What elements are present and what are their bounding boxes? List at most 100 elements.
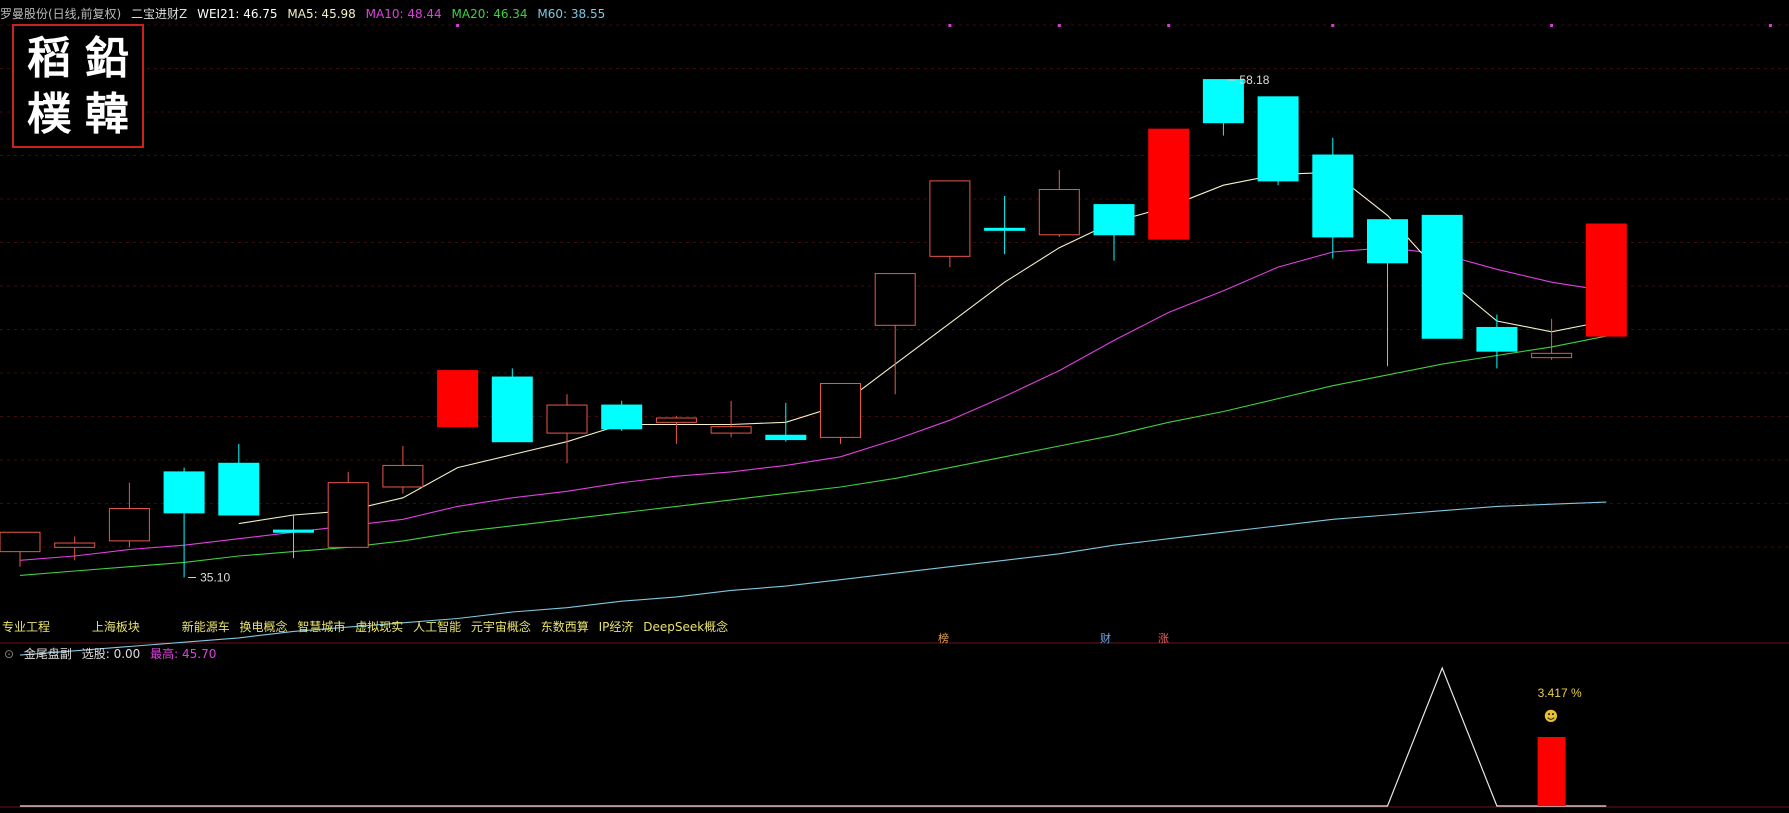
- wei21-value: WEI21: 46.75: [197, 7, 278, 21]
- seal-stamp-logo: 鉛 稻 韓 樸: [12, 24, 144, 148]
- concept-tag[interactable]: 人工智能: [413, 620, 461, 634]
- concept-tag[interactable]: DeepSeek概念: [643, 620, 728, 634]
- candle-body: [54, 542, 96, 548]
- sub-signal-line: [20, 666, 1607, 807]
- signal-dot: [948, 24, 952, 27]
- candle-body: [710, 426, 752, 434]
- candle-body: [273, 529, 314, 533]
- concept-tag[interactable]: 东数西算: [541, 620, 589, 634]
- candle-body: [1038, 189, 1080, 236]
- sub-panel-select: 选股: 0.00: [81, 647, 141, 661]
- candle: [437, 370, 479, 428]
- sub-panel-title[interactable]: 金尾盘副: [24, 647, 72, 661]
- event-badge-rank[interactable]: 榜: [938, 630, 949, 646]
- candle-body: [984, 227, 1026, 231]
- candle-body: [382, 464, 424, 488]
- sub-panel-toggle-icon[interactable]: ⊙: [4, 647, 14, 661]
- seal-char: 樸: [27, 89, 71, 140]
- indicator-name[interactable]: 二宝进财Z: [131, 7, 187, 21]
- candle: [1367, 219, 1408, 367]
- candle: [820, 383, 861, 444]
- ma10-value: MA10: 48.44: [365, 7, 442, 21]
- sub-percent-label: 3.417 %: [1538, 686, 1582, 700]
- event-badge-finance[interactable]: 财: [1100, 630, 1111, 646]
- signal-dot: [1057, 24, 1061, 27]
- concept-tag[interactable]: 换电概念: [240, 620, 288, 634]
- candle: [765, 402, 807, 442]
- candle: [1421, 214, 1463, 339]
- candle-body: [1312, 154, 1354, 238]
- candle-body: [765, 434, 807, 441]
- candle-body: [655, 417, 697, 423]
- candle-body: [1257, 96, 1299, 182]
- candle: [1531, 318, 1573, 360]
- ma60-value: M60: 38.55: [537, 7, 606, 21]
- concept-tag[interactable]: 新能源车: [182, 620, 230, 634]
- candle: [382, 446, 424, 494]
- sub-panel-header: ⊙ 金尾盘副 选股: 0.00 最高: 45.70: [4, 646, 222, 662]
- candle-body: [108, 508, 150, 542]
- concept-tag[interactable]: IP经济: [599, 620, 634, 634]
- candle-body: [327, 482, 369, 548]
- candle: [1148, 128, 1190, 240]
- candle-body: [437, 370, 479, 428]
- low-annotation: 35.10: [188, 571, 230, 585]
- ma5-value: MA5: 45.98: [287, 7, 356, 21]
- candle: [327, 471, 369, 548]
- signal-dot: [456, 24, 460, 27]
- candle: [1202, 79, 1244, 136]
- stock-label[interactable]: 罗曼股份(日线,前复权): [0, 7, 121, 21]
- candle-body: [874, 273, 916, 326]
- concept-tag[interactable]: 专业工程: [2, 620, 50, 634]
- concept-tag[interactable]: 元宇宙概念: [471, 620, 531, 634]
- candle-body: [929, 180, 971, 257]
- annotation-text: 58.18: [1239, 73, 1269, 87]
- candle: [984, 195, 1026, 255]
- chart-header: 罗曼股份(日线,前复权) 二宝进财Z WEI21: 46.75 MA5: 45.…: [0, 6, 611, 22]
- annotation-text: 35.10: [200, 571, 230, 585]
- candle-body: [546, 404, 588, 434]
- sub-signal-bar: [1537, 737, 1566, 806]
- candle-body: [1421, 214, 1463, 339]
- candle-body: [1531, 352, 1573, 359]
- candle-body: [1093, 204, 1135, 236]
- candle: [218, 443, 260, 516]
- candle-body: [1148, 128, 1190, 240]
- chart-stage: 58.18 35.10 3.417 % ☻: [0, 0, 1789, 810]
- signal-dot: [1550, 24, 1554, 27]
- candle: [108, 482, 150, 548]
- concept-tags: 专业工程 上海板块 新能源车 换电概念 智慧城市 虚拟现实 人工智能 元宇宙概念…: [2, 618, 734, 635]
- event-badge-rise[interactable]: 涨: [1158, 630, 1169, 646]
- seal-char: 鉛: [85, 33, 129, 84]
- candle: [929, 180, 971, 268]
- candle-body: [218, 462, 260, 516]
- candle: [1476, 314, 1518, 369]
- candle: [1312, 137, 1354, 259]
- concept-tag[interactable]: 虚拟现实: [355, 620, 403, 634]
- concept-tag[interactable]: 上海板块: [92, 620, 140, 634]
- candle-body: [601, 404, 643, 430]
- candle-body: [1585, 223, 1627, 337]
- candle-body: [820, 383, 861, 438]
- concept-tag[interactable]: 智慧城市: [297, 620, 345, 634]
- candle-body: [0, 531, 41, 553]
- candle-body: [163, 471, 205, 514]
- signal-dot: [1167, 24, 1171, 27]
- candle-body: [491, 376, 533, 443]
- candle: [874, 273, 916, 395]
- candle: [1257, 96, 1299, 186]
- smile-icon: ☻: [1544, 709, 1559, 725]
- candle: [1585, 223, 1627, 337]
- candle: [273, 515, 314, 559]
- seal-char: 稻: [27, 33, 71, 84]
- candle-body: [1367, 219, 1408, 264]
- signal-dot: [1331, 24, 1335, 27]
- candle: [491, 368, 533, 443]
- candle: [655, 415, 697, 444]
- candle: [0, 531, 41, 567]
- candle-body: [1476, 326, 1518, 352]
- ma20-line: [19, 335, 1607, 576]
- seal-char: 韓: [85, 89, 129, 140]
- candle: [1038, 170, 1080, 237]
- kline-chart[interactable]: 58.18 35.10 3.417 % ☻: [0, 0, 1789, 810]
